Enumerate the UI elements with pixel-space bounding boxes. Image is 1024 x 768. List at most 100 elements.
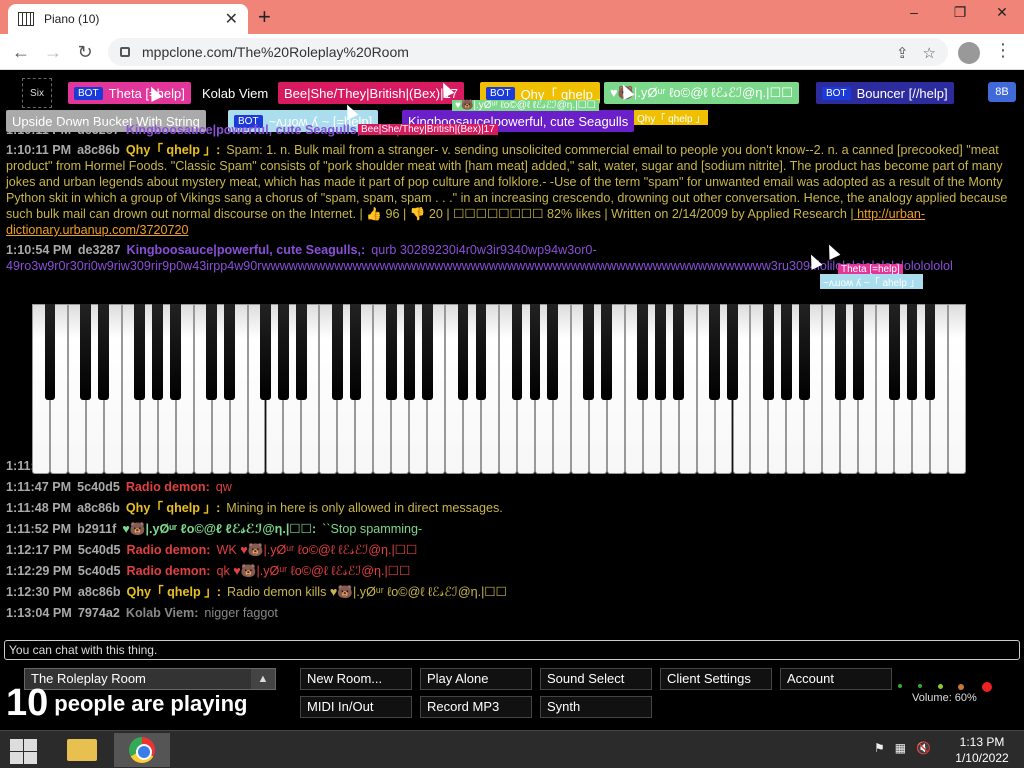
black-key[interactable] [421,304,433,400]
black-key[interactable] [906,304,918,400]
black-key[interactable] [331,304,343,400]
control-button[interactable]: MIDI In/Out [300,696,412,718]
black-key[interactable] [260,304,271,400]
black-key[interactable] [727,304,738,400]
user-badge[interactable]: BOT Bouncer [//help] [816,82,954,104]
message-user-id: de3287 [77,243,121,257]
message-time: 1:12:30 PM [6,585,72,599]
new-tab-button[interactable]: + [258,4,271,30]
chevron-up-icon[interactable]: ▲ [251,669,275,689]
browser-tab[interactable]: Piano (10) ✕ [8,4,248,34]
black-key[interactable] [583,304,595,400]
browser-toolbar: ← → ↻ mppclone.com/The%20Roleplay%20Room… [0,34,1024,70]
black-key[interactable] [134,304,146,400]
black-key[interactable] [601,304,613,400]
message-user-id: b2911f [77,522,117,536]
black-key[interactable] [673,304,684,400]
id-button[interactable]: 8B [988,82,1016,102]
cursor-name-tag: Qhy「 qhelp 」 [634,110,709,125]
clock-date: 1/10/2022 [955,751,1009,765]
cursor-name-tag: ~ʌɹɹoʍ ʎ ~「 ahelp 」 [820,274,923,289]
black-key[interactable] [152,304,164,400]
control-button[interactable]: Client Settings [660,668,772,690]
minimize-button[interactable]: – [892,0,936,24]
black-key[interactable] [763,304,774,400]
network-icon[interactable]: ▦ [895,741,906,755]
bot-tag: BOT [822,86,851,100]
black-key[interactable] [296,304,307,400]
message-user-id: 5c40d5 [77,543,121,557]
chat-message: 1:11:48 PM a8c86b Qhy「 qhelp 」: Mining in h… [6,500,1022,516]
message-text: qk ♥🐻|.yØᵘʳ ℓo©@ℓ ℓℰ𝓈ℰℐ@η.|☐☐ [216,564,411,578]
bookmark-star-icon[interactable]: ☆ [923,44,936,62]
speaker-mute-icon[interactable]: 🔇 [916,741,931,755]
lock-icon [120,47,130,57]
site-logo: Six [22,78,52,108]
profile-avatar-icon[interactable] [958,42,980,64]
control-button[interactable]: Sound Select [540,668,652,690]
black-key[interactable] [798,304,810,400]
black-key[interactable] [511,304,523,400]
piano-page: Six BOT Theta [=help] Kolab Viem Bee|She/Th… [0,70,1024,730]
message-time: 1:10:11 PM [6,143,72,157]
control-button[interactable]: Record MP3 [420,696,532,718]
back-button[interactable]: ← [8,40,34,64]
black-key[interactable] [170,304,182,400]
player-count: 10 people are playing [6,682,247,725]
black-key[interactable] [80,304,92,400]
black-key[interactable] [637,304,649,400]
user-badge[interactable]: BOT Theta [=help] [68,82,191,104]
file-explorer-icon[interactable] [54,733,110,767]
share-icon[interactable]: ⇪ [896,44,909,62]
black-key[interactable] [852,304,864,400]
reload-button[interactable]: ↻ [72,40,98,64]
message-author: Kingboosauce|powerful, cute Seagulls,: [126,243,366,257]
bottom-controls: The Roleplay Room ▲ 10 people are playing… [0,664,1024,730]
message-time: 1:11:52 PM [6,522,72,536]
black-key[interactable] [709,304,720,400]
chat-input[interactable]: You can chat with this thing. [4,640,1020,660]
control-button[interactable]: New Room... [300,668,412,690]
chrome-icon[interactable] [114,733,170,767]
browser-menu-icon[interactable]: ⋮ [994,40,1012,61]
black-key[interactable] [529,304,541,400]
user-badge[interactable]: Bee|She/They|British|(Bex)|17 [278,82,464,104]
black-key[interactable] [888,304,900,400]
message-author: Radio demon: [126,564,211,578]
control-button[interactable]: Play Alone [420,668,532,690]
black-key[interactable] [385,304,397,400]
volume-label: Volume: 60% [912,692,977,704]
maximize-button[interactable]: ❐ [938,0,982,24]
chat-message: 1:10:11 PM de3287 Kingboosauce|powerful, c… [6,122,1022,138]
address-bar[interactable]: mppclone.com/The%20Roleplay%20Room ⇪ ☆ [108,38,948,66]
control-button[interactable]: Synth [540,696,652,718]
black-key[interactable] [780,304,792,400]
black-key[interactable] [206,304,217,400]
black-key[interactable] [655,304,667,400]
black-key[interactable] [457,304,469,400]
clock[interactable]: 1:13 PM 1/10/2022 [946,734,1018,766]
piano-keyboard[interactable] [32,304,966,474]
user-badge[interactable]: Kolab Viem [196,82,274,104]
black-key[interactable] [44,304,56,400]
close-tab-icon[interactable]: ✕ [225,9,238,29]
black-key[interactable] [475,304,487,400]
black-key[interactable] [98,304,110,400]
message-text: nigger faggot [204,606,278,620]
white-key[interactable] [948,304,966,474]
user-name: Bee|She/They|British|(Bex)|17 [284,85,458,101]
black-key[interactable] [278,304,289,400]
close-window-button[interactable]: ✕ [980,0,1024,24]
black-key[interactable] [547,304,559,400]
flag-icon[interactable]: ⚑ [874,741,885,755]
black-key[interactable] [349,304,361,400]
message-author: Kingboosauce|powerful, cute Seagulls,: [125,123,365,137]
start-button[interactable] [8,737,38,765]
control-button[interactable]: Account [780,668,892,690]
black-key[interactable] [224,304,235,400]
black-key[interactable] [924,304,936,400]
black-key[interactable] [403,304,415,400]
user-name: Bouncer [//help] [856,85,948,101]
forward-button[interactable]: → [40,40,66,64]
black-key[interactable] [834,304,846,400]
